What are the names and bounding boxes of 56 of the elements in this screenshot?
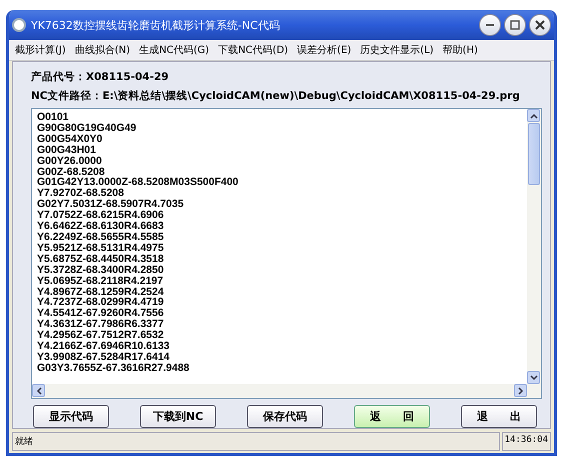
code-line: Y4.2956Z-67.7512R7.6532 — [37, 330, 164, 342]
code-line: G02Y7.5031Z-68.5907R4.7035 — [37, 199, 184, 210]
code-line: Y5.9521Z-68.5131R4.4975 — [37, 242, 164, 254]
close-button[interactable] — [529, 14, 551, 36]
menu-item[interactable]: 生成NC代码(G) — [139, 43, 210, 57]
minimize-button[interactable] — [479, 14, 501, 36]
maximize-icon — [510, 20, 520, 30]
code-line: Y6.6462Z-68.6130R4.6683 — [37, 221, 164, 232]
minimize-icon — [486, 24, 494, 26]
code-line: G01G42Y13.0000Z-68.5208M03S500F400 — [37, 177, 238, 188]
scroll-down-icon[interactable] — [527, 371, 540, 384]
action-button[interactable]: 返 回 — [354, 405, 430, 428]
scroll-right-icon[interactable] — [514, 384, 527, 397]
code-line: G03Y3.7655Z-67.3616R27.9488 — [37, 362, 190, 374]
status-time: 14:36:04 — [502, 432, 551, 451]
code-line: Y5.3728Z-68.3400R4.2850 — [37, 264, 164, 276]
code-line: Y3.9908Z-67.5284R17.6414 — [37, 352, 170, 363]
window-title: YK7632数控摆线齿轮磨齿机截形计算系统-NC代码 — [31, 18, 281, 32]
code-line: G00Z-68.5208 — [37, 166, 105, 178]
code-line: Y5.0695Z-68.2118R4.2197 — [37, 276, 164, 286]
close-icon — [535, 20, 545, 30]
code-text-area[interactable] — [31, 108, 542, 399]
code-line: G00Y26.0000 — [37, 156, 102, 167]
menu-item[interactable]: 截形计算(J) — [15, 43, 66, 57]
code-line: G90G80G19G40G49 — [37, 122, 136, 134]
horizontal-scrollbar[interactable] — [32, 384, 541, 398]
code-line: Y7.9270Z-68.5208 — [37, 188, 124, 200]
code-line: Y4.3631Z-67.7986R6.3377 — [37, 319, 164, 330]
code-line: Y4.5541Z-67.9260R4.7556 — [37, 308, 164, 320]
scroll-left-icon[interactable] — [32, 384, 45, 397]
action-button[interactable]: 显示代码 — [33, 405, 109, 428]
code-line: G00G54X0Y0 — [37, 134, 102, 145]
maximize-button[interactable] — [504, 14, 526, 36]
info-line: 产品代号：X08115-04-29 — [31, 70, 170, 84]
scroll-thumb[interactable] — [528, 123, 540, 185]
status-message: 就绪 — [12, 432, 500, 451]
code-line: Y4.2166Z-67.6946R10.6133 — [37, 341, 170, 352]
scroll-up-icon[interactable] — [527, 109, 540, 122]
code-line: O0101 — [37, 112, 69, 123]
code-line: Y4.8967Z-68.1259R4.2524 — [37, 286, 164, 298]
code-line: G00G43H01 — [37, 144, 96, 156]
app-icon — [12, 18, 26, 32]
code-line: Y4.7237Z-68.0299R4.4719 — [37, 297, 164, 308]
menu-item[interactable]: 历史文件显示(L) — [360, 43, 434, 57]
info-line: NC文件路径：E:\资料总结\摆线\CycloidCAM(new)\Debug\CycloidCAM\X08115-04-29.prg — [31, 89, 521, 103]
vertical-scrollbar[interactable] — [527, 109, 541, 384]
menu-item[interactable]: 曲线拟合(N) — [74, 43, 130, 57]
action-button[interactable]: 退 出 — [461, 405, 537, 428]
menu-item[interactable]: 帮助(H) — [442, 43, 478, 57]
action-button[interactable]: 保存代码 — [247, 405, 323, 428]
code-line: Y5.6875Z-68.4450R4.3518 — [37, 254, 164, 265]
menu-item[interactable]: 下载NC代码(D) — [218, 43, 288, 57]
action-button[interactable]: 下载到NC — [140, 405, 216, 428]
menu-item[interactable]: 误差分析(E) — [297, 43, 352, 57]
code-line: Y7.0752Z-68.6215R4.6906 — [37, 210, 164, 222]
code-line: Y6.2249Z-68.5655R4.5585 — [37, 232, 164, 243]
